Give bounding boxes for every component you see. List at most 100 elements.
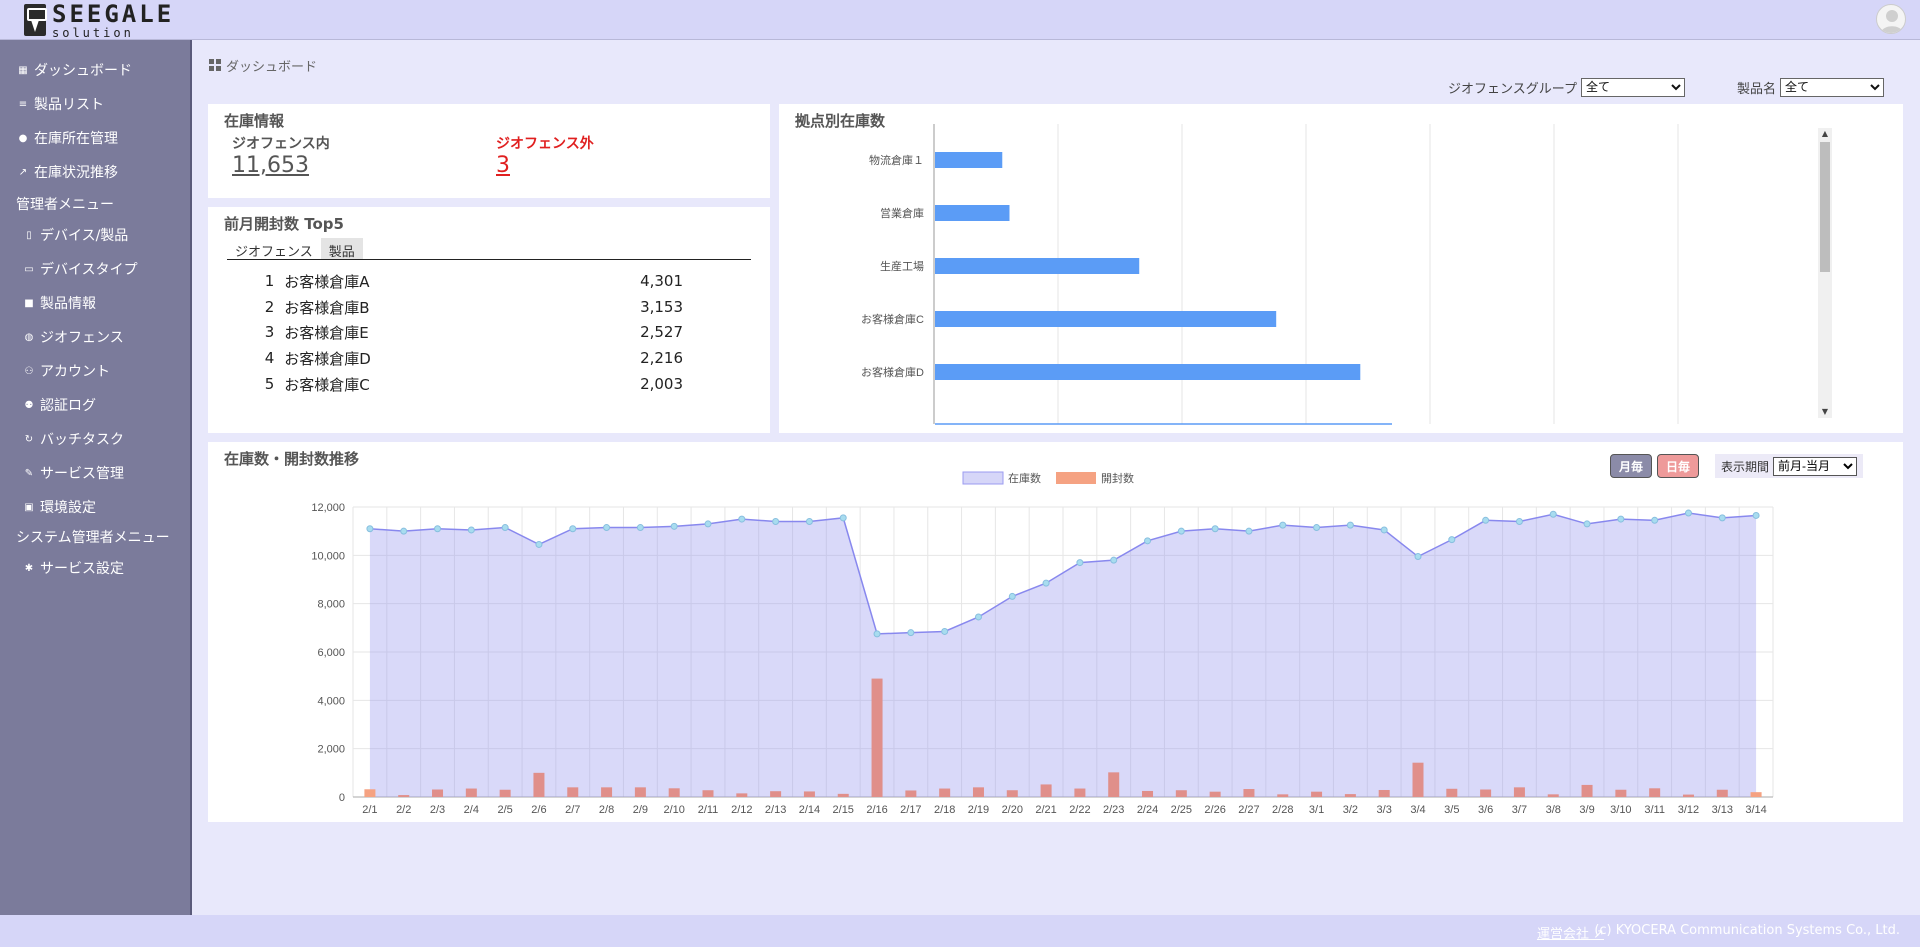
stock-point bbox=[1448, 536, 1456, 544]
sidebar-item-label: 環境設定 bbox=[40, 500, 96, 516]
rank-number: 1 bbox=[264, 272, 275, 290]
top5-row: 5 お客様倉庫C 2,003 bbox=[263, 372, 683, 396]
sidebar-item-stock-location[interactable]: ● 在庫所在管理 bbox=[18, 126, 118, 150]
tab-geofence[interactable]: ジオフェンス bbox=[227, 238, 321, 260]
x-tick-label: 2/11 bbox=[698, 804, 719, 816]
sidebar-item-service-management[interactable]: ✎ サービス管理 bbox=[24, 461, 124, 485]
opened-bar bbox=[1277, 794, 1289, 797]
user-avatar[interactable] bbox=[1876, 4, 1906, 34]
breadcrumb: ダッシュボード bbox=[209, 56, 317, 75]
base-chart-scrollbar[interactable]: ▲ ▼ bbox=[1818, 128, 1832, 418]
sidebar-item-label: デバイス/製品 bbox=[40, 228, 129, 244]
rank-value: 2,003 bbox=[640, 375, 684, 393]
bar bbox=[935, 258, 1140, 274]
geofence-outside-value[interactable]: 3 bbox=[496, 153, 510, 178]
opened-bar bbox=[634, 787, 646, 797]
sidebar-item-environment-settings[interactable]: ▣ 環境設定 bbox=[24, 495, 96, 519]
y-tick-label: 6,000 bbox=[317, 647, 345, 659]
sidebar-item-geofence[interactable]: ◍ ジオフェンス bbox=[24, 325, 124, 349]
scroll-up-arrow-icon[interactable]: ▲ bbox=[1818, 128, 1832, 140]
tab-product[interactable]: 製品 bbox=[320, 238, 363, 260]
opened-bar bbox=[432, 789, 444, 797]
stock-point bbox=[1617, 515, 1625, 523]
opened-bar bbox=[905, 790, 917, 797]
sidebar-item-label: サービス設定 bbox=[40, 561, 124, 577]
sidebar-item-product-info[interactable]: ■ 製品情報 bbox=[24, 291, 96, 315]
x-tick-label: 3/14 bbox=[1745, 804, 1766, 816]
category-label: お客様倉庫D bbox=[861, 365, 924, 379]
copyright: (c) KYOCERA Communication Systems Co., L… bbox=[1594, 923, 1900, 938]
sidebar-item-auth-log[interactable]: ⚉ 認証ログ bbox=[24, 393, 96, 417]
gear-icon: ✱ bbox=[24, 562, 34, 574]
category-label: 物流倉庫１ bbox=[869, 153, 924, 167]
admin-menu-heading: 管理者メニュー bbox=[16, 197, 114, 213]
sidebar-item-device-product[interactable]: ▯ デバイス/製品 bbox=[24, 223, 128, 247]
product-name-select[interactable]: 全て bbox=[1780, 77, 1884, 97]
stock-point bbox=[366, 525, 374, 533]
x-tick-label: 2/6 bbox=[531, 804, 546, 816]
bar bbox=[935, 205, 1010, 221]
product-name-label: 製品名 bbox=[1736, 81, 1776, 97]
opened-bar bbox=[939, 788, 951, 797]
opened-bar bbox=[533, 772, 545, 797]
stock-point bbox=[1346, 521, 1354, 529]
x-tick-label: 3/2 bbox=[1343, 804, 1358, 816]
legend-swatch bbox=[962, 471, 1004, 485]
scroll-down-arrow-icon[interactable]: ▼ bbox=[1818, 406, 1832, 418]
stock-point bbox=[1144, 537, 1152, 545]
stock-point bbox=[1482, 516, 1490, 524]
chart-legend: 在庫数 開封数 bbox=[962, 471, 1134, 485]
category-label: 生産工場 bbox=[880, 259, 924, 273]
stock-point bbox=[467, 526, 475, 534]
stock-point bbox=[1279, 521, 1287, 529]
sidebar-item-service-settings[interactable]: ✱ サービス設定 bbox=[24, 556, 124, 580]
stock-point bbox=[974, 613, 982, 621]
geofence-group-select[interactable]: 全て bbox=[1580, 77, 1685, 97]
sidebar-item-label: ジオフェンス bbox=[40, 330, 124, 346]
x-tick-label: 3/10 bbox=[1610, 804, 1631, 816]
x-tick-label: 3/7 bbox=[1512, 804, 1527, 816]
scroll-thumb[interactable] bbox=[1820, 142, 1830, 272]
user-icon bbox=[1881, 10, 1903, 33]
opened-bar bbox=[1006, 790, 1018, 797]
sidebar-item-batch-task[interactable]: ↻ バッチタスク bbox=[24, 427, 124, 451]
x-tick-label: 2/25 bbox=[1171, 804, 1192, 816]
stock-point bbox=[1110, 556, 1118, 564]
x-tick-label: 2/22 bbox=[1069, 804, 1090, 816]
dashboard-icon: ▦ bbox=[18, 64, 28, 76]
sidebar-item-stock-trend[interactable]: ↗ 在庫状況推移 bbox=[18, 160, 118, 184]
sidebar-item-product-list[interactable]: ≡ 製品リスト bbox=[18, 92, 104, 116]
base-stock-card: 拠点別在庫数 物流倉庫１ 営業倉庫 生産工場 お客様倉庫C お客様倉庫D ▲ ▼ bbox=[779, 104, 1903, 433]
x-tick-label: 2/9 bbox=[633, 804, 648, 816]
app-logo[interactable]: SEEGALE solution bbox=[24, 2, 174, 39]
x-tick-label: 3/6 bbox=[1478, 804, 1493, 816]
rank-name: お客様倉庫A bbox=[284, 272, 370, 291]
stock-point bbox=[1008, 592, 1016, 600]
x-tick-label: 3/4 bbox=[1410, 804, 1425, 816]
legend-swatch bbox=[1056, 472, 1096, 484]
x-tick-label: 2/18 bbox=[934, 804, 955, 816]
stock-point bbox=[535, 540, 543, 548]
sidebar-item-account[interactable]: ⚇ アカウント bbox=[24, 359, 110, 383]
stock-point bbox=[738, 515, 746, 523]
tag-icon: ■ bbox=[24, 297, 34, 309]
geofence-inside-value[interactable]: 11,653 bbox=[232, 153, 309, 178]
x-tick-label: 2/1 bbox=[362, 804, 377, 816]
x-tick-label: 3/8 bbox=[1546, 804, 1561, 816]
settings-box-icon: ▣ bbox=[24, 501, 34, 513]
opened-bar bbox=[1649, 788, 1661, 797]
rank-number: 4 bbox=[264, 349, 275, 367]
sidebar-item-dashboard[interactable]: ▦ ダッシュボード bbox=[18, 58, 132, 82]
company-link-label: 運営会社 bbox=[1536, 927, 1589, 942]
stock-point bbox=[1177, 527, 1185, 535]
stock-point bbox=[1042, 579, 1050, 587]
category-label: 営業倉庫 bbox=[880, 206, 924, 220]
list-icon: ≡ bbox=[18, 98, 28, 110]
opened-bar bbox=[1311, 791, 1323, 797]
x-tick-label: 3/5 bbox=[1444, 804, 1459, 816]
sidebar-item-label: 製品リスト bbox=[34, 97, 104, 113]
rank-value: 2,527 bbox=[640, 323, 684, 341]
stock-point bbox=[1752, 511, 1760, 519]
stock-point bbox=[1583, 520, 1591, 528]
sidebar-item-device-type[interactable]: ▭ デバイスタイプ bbox=[24, 257, 137, 281]
